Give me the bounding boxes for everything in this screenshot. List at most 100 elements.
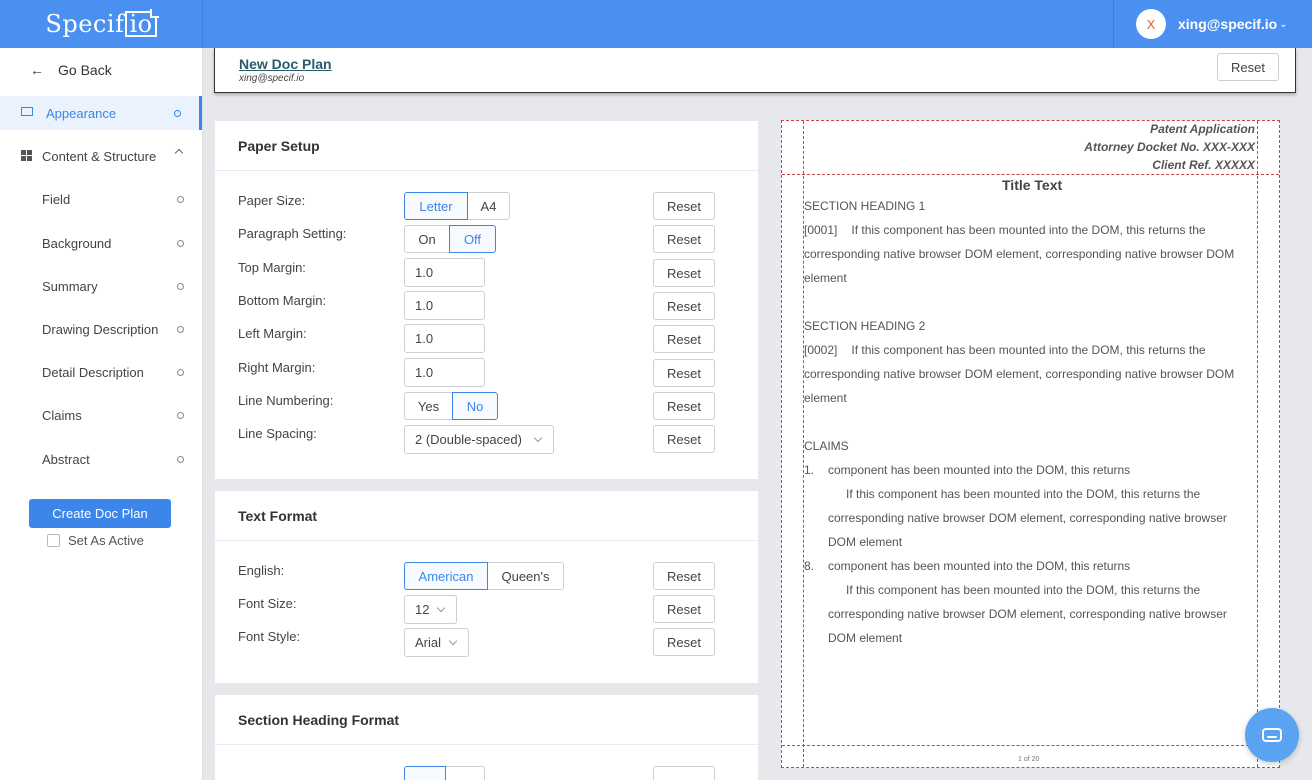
preview-title: Title Text [1002, 177, 1063, 193]
divider [215, 540, 758, 541]
sidebar-item-drawing-description[interactable]: Drawing Description [0, 312, 202, 346]
sidebar-item-label: Drawing Description [42, 321, 159, 337]
go-back-link[interactable]: ← Go Back [30, 62, 112, 78]
sidebar-item-summary[interactable]: Summary [0, 269, 202, 303]
paragraph-setting-label: Paragraph Setting: [238, 226, 347, 241]
set-active-checkbox[interactable]: Set As Active [47, 533, 144, 548]
section-heading-option[interactable] [445, 766, 485, 780]
chevron-down-icon [533, 433, 543, 443]
section-heading-option[interactable] [404, 766, 446, 780]
paper-size-label: Paper Size: [238, 193, 306, 208]
bottom-margin-reset-button[interactable]: Reset [653, 292, 715, 320]
paper-size-letter-option[interactable]: Letter [404, 192, 468, 220]
font-style-select[interactable]: Arial [404, 628, 469, 657]
paragraph-setting-reset-button[interactable]: Reset [653, 225, 715, 253]
right-margin-reset-button[interactable]: Reset [653, 359, 715, 387]
paper-setup-card: Paper Setup Paper Size: Letter A4 Reset … [215, 121, 758, 479]
bottom-margin-label: Bottom Margin: [238, 293, 327, 308]
sidebar-item-label: Field [42, 191, 71, 207]
claim-body: If this component has been mounted into … [828, 583, 1227, 645]
status-dot [177, 282, 184, 290]
right-margin-guide [1257, 121, 1258, 767]
card-title: Paper Setup [238, 138, 320, 154]
line-spacing-reset-button[interactable]: Reset [653, 425, 715, 453]
paragraph-setting-toggle: On Off [404, 225, 496, 253]
sidebar-item-label: Content & Structure [42, 148, 157, 164]
sidebar-item-content-structure[interactable]: Content & Structure [0, 139, 202, 173]
paragraph-text: If this component has been mounted into … [804, 223, 1235, 285]
section-heading-reset-button[interactable] [653, 766, 715, 780]
sidebar-item-claims[interactable]: Claims [0, 398, 202, 432]
font-size-select[interactable]: 12 [404, 595, 457, 624]
font-style-label: Font Style: [238, 629, 301, 644]
paragraph-off-option[interactable]: Off [449, 225, 496, 253]
english-reset-button[interactable]: Reset [653, 562, 715, 590]
status-dot [177, 325, 184, 333]
text-format-card: Text Format English: American Queen's Re… [215, 491, 758, 683]
avatar[interactable]: X [1136, 9, 1166, 39]
claim-body: If this component has been mounted into … [828, 487, 1227, 549]
left-margin-reset-button[interactable]: Reset [653, 325, 715, 353]
status-dot [177, 239, 184, 247]
line-spacing-select[interactable]: 2 (Double-spaced) [404, 425, 554, 454]
line-numbering-yes-option[interactable]: Yes [404, 392, 453, 420]
logo-container[interactable]: Specif io [0, 0, 203, 48]
doc-header: New Doc Plan xing@specif.io Reset [214, 48, 1296, 93]
chevron-down-icon[interactable]: ⌄ [1279, 19, 1287, 30]
preview-section-heading: SECTION HEADING 1 [804, 199, 926, 213]
preview-paragraph: [0002] If this component has been mounted… [804, 338, 1244, 410]
status-dot [177, 411, 184, 419]
user-menu[interactable]: X xing@specif.io ⌄ [1113, 0, 1312, 48]
english-american-option[interactable]: American [404, 562, 488, 590]
top-margin-reset-button[interactable]: Reset [653, 259, 715, 287]
line-numbering-toggle: Yes No [404, 392, 498, 420]
sidebar-item-background[interactable]: Background [0, 226, 202, 260]
line-numbering-reset-button[interactable]: Reset [653, 392, 715, 420]
paragraph-text: If this component has been mounted into … [804, 343, 1235, 405]
sidebar-item-field[interactable]: Field [0, 182, 202, 216]
status-dot [174, 109, 181, 117]
claim-title: component has been mounted into the DOM,… [828, 463, 1131, 477]
bottom-margin-input[interactable]: 1.0 [404, 291, 485, 320]
sidebar-item-label: Summary [42, 278, 98, 294]
paper-size-a4-option[interactable]: A4 [467, 192, 510, 220]
card-title: Section Heading Format [238, 712, 400, 728]
page-indicator: 1 of 20 [1018, 756, 1040, 763]
top-margin-input[interactable]: 1.0 [404, 258, 485, 287]
grid-icon [21, 150, 32, 161]
doc-reset-button[interactable]: Reset [1217, 53, 1279, 81]
left-margin-input[interactable]: 1.0 [404, 324, 485, 353]
line-numbering-no-option[interactable]: No [452, 392, 498, 420]
create-doc-plan-button[interactable]: Create Doc Plan [29, 499, 171, 528]
checkbox[interactable] [47, 534, 60, 547]
status-dot [177, 195, 184, 203]
sidebar-item-label: Claims [42, 407, 82, 423]
english-queens-option[interactable]: Queen's [487, 562, 564, 590]
sidebar-item-detail-description[interactable]: Detail Description [0, 355, 202, 389]
sidebar-item-appearance[interactable]: Appearance [0, 96, 202, 130]
document-preview: Patent Application Attorney Docket No. X… [781, 120, 1280, 768]
font-style-reset-button[interactable]: Reset [653, 628, 715, 656]
preview-claim: 1. component has been mounted into the D… [804, 458, 1244, 554]
user-email[interactable]: xing@specif.io [1178, 16, 1277, 32]
top-margin-guide [782, 174, 1279, 175]
line-numbering-label: Line Numbering: [238, 393, 334, 408]
paragraph-number: [0002] [804, 343, 838, 357]
chat-button[interactable] [1245, 708, 1299, 762]
font-style-value: Arial [415, 635, 442, 650]
paper-size-reset-button[interactable]: Reset [653, 192, 715, 220]
sidebar-item-label: Abstract [42, 451, 90, 467]
chevron-up-icon[interactable] [174, 148, 184, 158]
paragraph-on-option[interactable]: On [404, 225, 450, 253]
preview-header-line: Patent Application [1150, 122, 1255, 136]
doc-title[interactable]: New Doc Plan [239, 56, 332, 72]
arrow-left-icon: ← [30, 62, 44, 78]
line-spacing-value: 2 (Double-spaced) [415, 432, 522, 447]
chevron-down-icon [436, 603, 446, 613]
right-margin-input[interactable]: 1.0 [404, 358, 485, 387]
sidebar-item-abstract[interactable]: Abstract [0, 442, 202, 476]
top-margin-label: Top Margin: [238, 260, 306, 275]
top-bar: Specif io X xing@specif.io ⌄ [0, 0, 1312, 48]
divider [215, 744, 758, 745]
font-size-reset-button[interactable]: Reset [653, 595, 715, 623]
